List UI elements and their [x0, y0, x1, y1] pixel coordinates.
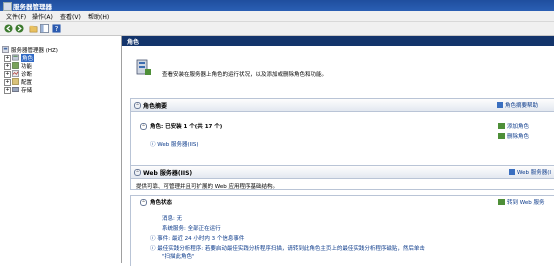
add-roles-button[interactable]: 添加角色: [498, 122, 529, 130]
role-status-title: 角色状态: [150, 200, 173, 206]
roles-summary-header[interactable]: ^ 角色摘要 角色摘要帮助: [130, 98, 554, 112]
expand-icon[interactable]: +: [4, 71, 11, 78]
collapse-icon[interactable]: ^: [134, 169, 141, 176]
goto-label: 转到 Web 服务: [507, 200, 545, 206]
tree-root-label: 服务器管理器 (HZ): [11, 48, 58, 54]
section-title: 角色摘要: [143, 103, 168, 110]
collapse-icon[interactable]: ^: [140, 123, 147, 130]
roles-summary-help-link[interactable]: 角色摘要帮助: [497, 101, 538, 109]
intro-text: 查看安装在服务器上角色的运行状况，以及添加或删除角色和功能。: [162, 72, 328, 78]
roles-icon: [12, 54, 19, 61]
tree-item-label: 角色: [21, 54, 35, 62]
events-status[interactable]: ⓘ 事件: 最近 24 小时内 3 个信息事件: [150, 234, 244, 242]
navigation-tree: 服务器管理器 (HZ) + 角色 + 功能 + 诊断 + 配置 + 存储: [0, 36, 122, 263]
diagnostics-icon: [12, 70, 19, 77]
help-icon[interactable]: ?: [52, 24, 61, 33]
role-link-iis[interactable]: ⓘ Web 服务器(IIS): [150, 140, 199, 148]
role-link-label: Web 服务器(IIS): [157, 142, 199, 148]
title-bar: 服务器管理器: [0, 0, 554, 11]
up-folder-icon[interactable]: [29, 24, 38, 33]
app-icon: [3, 2, 12, 11]
expand-icon[interactable]: +: [4, 63, 11, 70]
goto-icon: [498, 199, 505, 205]
goto-web-server-button[interactable]: 转到 Web 服务: [498, 198, 545, 206]
menu-bar: 文件(F) 操作(A) 查看(V) 帮助(H): [0, 11, 554, 22]
help-label: 角色摘要帮助: [505, 103, 539, 109]
svg-text:?: ?: [55, 24, 59, 33]
web-server-help-link[interactable]: Web 服务器(I: [509, 168, 551, 176]
messages-status[interactable]: 消息: 无: [162, 214, 182, 222]
remove-roles-icon: [498, 133, 505, 139]
forward-icon[interactable]: [15, 24, 24, 33]
bpa-status[interactable]: ⓘ 最佳实践分析程序: 若要启动最佳实践分析程序扫描，请转到此角色主页上的最佳实…: [150, 244, 425, 252]
help-icon: [497, 102, 503, 108]
server-roles-icon: [136, 59, 151, 75]
tree-item-label: 诊断: [21, 72, 33, 78]
web-server-description: 提供可靠、可管理并且可扩展的 Web 应用程序基础结构。: [136, 184, 278, 190]
services-status[interactable]: 系统服务: 全部正在运行: [162, 224, 221, 232]
remove-roles-button[interactable]: 删除角色: [498, 132, 529, 140]
storage-icon: [12, 87, 19, 92]
roles-count: 角色: 已安装 1 个(共 17 个): [150, 124, 223, 130]
collapse-icon[interactable]: ^: [140, 199, 147, 206]
toolbar: ?: [0, 22, 554, 36]
bpa-scan-link[interactable]: "扫描此角色": [162, 252, 195, 260]
pane-title: 角色: [127, 39, 140, 46]
add-roles-icon: [498, 123, 505, 129]
main-pane: 角色 查看安装在服务器上角色的运行状况，以及添加或删除角色和功能。 ^ 角色摘要…: [122, 36, 554, 266]
collapse-icon[interactable]: ^: [134, 102, 141, 109]
window-title: 服务器管理器: [13, 3, 52, 11]
help-label: Web 服务器(I: [517, 170, 552, 176]
menu-file[interactable]: 文件(F): [6, 12, 26, 21]
expand-icon[interactable]: +: [4, 55, 11, 62]
server-manager-icon: [2, 46, 9, 53]
add-roles-label: 添加角色: [507, 124, 530, 130]
show-hide-tree-icon[interactable]: [40, 24, 49, 33]
expand-icon[interactable]: +: [4, 87, 11, 94]
events-label: 事件: 最近 24 小时内 3 个信息事件: [157, 236, 245, 242]
web-server-header[interactable]: ^ Web 服务器(IIS) Web 服务器(I: [130, 165, 554, 179]
configuration-icon: [12, 78, 19, 85]
pane-header: 角色: [122, 36, 554, 46]
features-icon: [12, 62, 19, 69]
back-icon[interactable]: [4, 24, 13, 33]
tree-item-label: 功能: [21, 64, 33, 70]
menu-action[interactable]: 操作(A): [32, 12, 53, 21]
menu-view[interactable]: 查看(V): [60, 12, 81, 21]
section-title: Web 服务器(IIS): [143, 170, 193, 177]
remove-roles-label: 删除角色: [507, 134, 530, 140]
bpa-label: 最佳实践分析程序: 若要启动最佳实践分析程序扫描，请转到此角色主页上的最佳实践分…: [157, 246, 425, 252]
menu-help[interactable]: 帮助(H): [88, 12, 109, 21]
help-icon: [509, 169, 515, 175]
tree-item-label: 配置: [21, 80, 33, 86]
expand-icon[interactable]: +: [4, 79, 11, 86]
tree-item-label: 存储: [21, 88, 33, 94]
